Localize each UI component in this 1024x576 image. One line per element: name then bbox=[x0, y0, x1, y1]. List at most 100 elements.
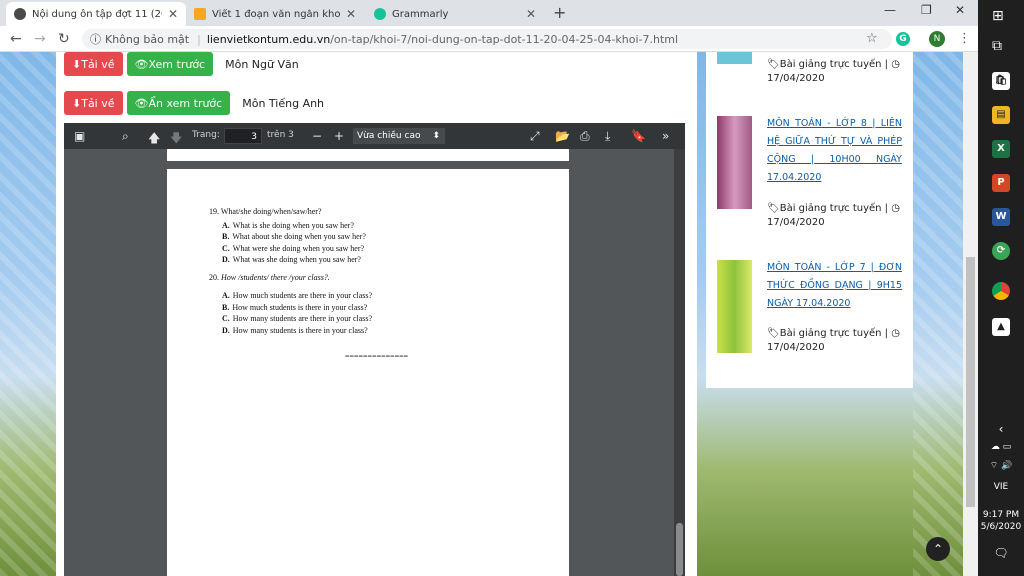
download-button[interactable]: ⬇ Tải về bbox=[64, 91, 123, 115]
pdf-page: 19. What/she doing/when/saw/her? A. What … bbox=[167, 169, 569, 576]
download-label: Tải về bbox=[81, 57, 115, 71]
restore-icon[interactable]: ❐ bbox=[921, 3, 932, 17]
page-total: trên 3 bbox=[267, 130, 294, 140]
tab-grammarly[interactable]: Grammarly ✕ bbox=[366, 2, 544, 26]
post-thumbnail[interactable] bbox=[717, 52, 752, 64]
back-icon[interactable]: ← bbox=[10, 31, 22, 47]
windows-start-icon[interactable]: ⊞ bbox=[992, 8, 1004, 24]
address-bar: ← → ↻ ⓘ Không bảo mật | lienvietkontum.e… bbox=[0, 26, 978, 52]
post-tag[interactable]: Bài giảng trực tuyến | bbox=[780, 203, 888, 214]
tab-active[interactable]: Nội dung ôn tập đợt 11 (20/04-2 ✕ bbox=[6, 2, 186, 26]
tab-hoc24[interactable]: Viết 1 đoạn văn ngắn khoảng 15 ✕ bbox=[186, 2, 364, 26]
zoom-in-icon[interactable]: + bbox=[334, 129, 344, 143]
network-battery-icon[interactable]: ☁ ▭ bbox=[978, 442, 1024, 452]
window-close-icon[interactable]: ✕ bbox=[955, 3, 965, 17]
option-letter: C. bbox=[222, 314, 230, 323]
subject-label: Môn Tiếng Anh bbox=[242, 96, 325, 110]
reload-icon[interactable]: ↻ bbox=[58, 31, 70, 47]
task-view-icon[interactable]: ⧉ bbox=[992, 38, 1002, 54]
post-date: 17/04/2020 bbox=[767, 342, 825, 353]
post-title-link[interactable]: MÔN TOÁN - LỚP 7 | ĐƠN THỨC ĐỒNG DẠNG | … bbox=[767, 259, 902, 313]
excel-icon[interactable]: X bbox=[992, 140, 1010, 158]
eye-icon: 👁 bbox=[134, 96, 149, 110]
forward-icon[interactable]: → bbox=[34, 31, 46, 47]
tab-title: Grammarly bbox=[392, 8, 449, 20]
wifi-volume-icon[interactable]: ⌔ 🔊 bbox=[978, 460, 1024, 471]
app-icon[interactable]: ⟳ bbox=[992, 242, 1010, 260]
file-row: ⬇ Tải về 👁 Xem trước Môn Ngữ Văn bbox=[64, 52, 299, 76]
option-letter: B. bbox=[222, 303, 230, 312]
back-to-top-button[interactable]: ⌃ bbox=[926, 537, 950, 561]
post-tag[interactable]: Bài giảng trực tuyến | bbox=[780, 328, 888, 339]
close-icon[interactable]: ✕ bbox=[168, 7, 178, 21]
hide-preview-button[interactable]: 👁 Ẩn xem trước bbox=[126, 91, 231, 115]
new-tab-button[interactable]: + bbox=[553, 3, 566, 22]
pdf-scrollbar[interactable] bbox=[674, 149, 685, 576]
language-indicator[interactable]: VIE bbox=[978, 482, 1024, 492]
fullscreen-icon[interactable]: ⤢ bbox=[530, 129, 540, 144]
previous-page-icon[interactable]: 🡅 bbox=[148, 129, 160, 150]
post-title-link[interactable]: MÔN TOÁN - LỚP 8 | LIÊN HỆ GIỮA THỨ TỰ V… bbox=[767, 115, 902, 187]
info-icon[interactable]: ⓘ bbox=[90, 31, 101, 47]
post-thumbnail[interactable] bbox=[717, 116, 752, 209]
option: B. How much students is there in your cla… bbox=[222, 303, 367, 312]
post-tag[interactable]: Bài giảng trực tuyến | bbox=[780, 59, 888, 70]
clock-date[interactable]: 5/6/2020 bbox=[978, 522, 1024, 532]
option-letter: D. bbox=[222, 326, 230, 335]
next-page-icon[interactable]: 🡇 bbox=[170, 129, 182, 150]
store-icon[interactable]: 🛍 bbox=[992, 72, 1010, 90]
post-date: 17/04/2020 bbox=[767, 217, 825, 228]
search-icon[interactable]: ⌕ bbox=[122, 129, 129, 144]
close-icon[interactable]: ✕ bbox=[526, 7, 536, 21]
post-date: 17/04/2020 bbox=[767, 73, 825, 84]
post-meta: 🏷Bài giảng trực tuyến | ◷ 17/04/2020 bbox=[767, 202, 907, 230]
open-file-icon[interactable]: 📂 bbox=[555, 129, 570, 143]
preview-label: Xem trước bbox=[148, 57, 206, 71]
question-text: How /students/ there /your class?. bbox=[221, 273, 330, 282]
clock-time[interactable]: 9:17 PM bbox=[978, 510, 1024, 520]
related-posts-sidebar: 🏷Bài giảng trực tuyến | ◷ 17/04/2020 MÔN… bbox=[706, 52, 913, 388]
bookmark-icon[interactable]: 🔖 bbox=[631, 129, 646, 143]
pdf-viewer[interactable]: ▣ ⌕ 🡅 🡇 Trang: 3 trên 3 − + Vừa chiều ca… bbox=[64, 123, 685, 576]
option-text: What is she doing when you saw her? bbox=[232, 221, 354, 230]
page-label: Trang: bbox=[192, 130, 220, 140]
zoom-out-icon[interactable]: − bbox=[312, 129, 322, 143]
print-icon[interactable]: ⎙ bbox=[580, 129, 590, 144]
profile-avatar[interactable]: N bbox=[929, 31, 945, 47]
grammarly-extension-icon[interactable]: G bbox=[896, 32, 910, 46]
clock-icon: ◷ bbox=[891, 203, 900, 214]
bookmark-star-icon[interactable]: ☆ bbox=[866, 31, 878, 46]
download-button[interactable]: ⬇ Tải về bbox=[64, 52, 123, 76]
file-explorer-icon[interactable]: ▤ bbox=[992, 106, 1010, 124]
url-input[interactable]: ⓘ Không bảo mật | lienvietkontum.edu.vn /… bbox=[82, 29, 892, 49]
option-text: What was she doing when you saw her? bbox=[232, 255, 361, 264]
zoom-value: Vừa chiều cao bbox=[357, 131, 421, 141]
page-number-input[interactable]: 3 bbox=[224, 128, 262, 144]
powerpoint-icon[interactable]: P bbox=[992, 174, 1010, 192]
more-tools-icon[interactable]: » bbox=[662, 129, 669, 143]
pdf-scrollbar-thumb[interactable] bbox=[676, 523, 683, 576]
close-icon[interactable]: ✕ bbox=[346, 7, 356, 21]
preview-button[interactable]: 👁 Xem trước bbox=[126, 52, 214, 76]
main-content: ⬇ Tải về 👁 Xem trước Môn Ngữ Văn ⬇ Tải về … bbox=[56, 52, 697, 576]
notification-icon[interactable]: 🗨 bbox=[978, 546, 1024, 560]
menu-icon[interactable]: ⋮ bbox=[958, 31, 971, 46]
zoom-select[interactable]: Vừa chiều cao ⬍ bbox=[353, 128, 445, 144]
download-label: Tải về bbox=[81, 96, 115, 110]
minimize-icon[interactable]: — bbox=[884, 3, 896, 17]
tray-expand-icon[interactable]: ‹ bbox=[978, 422, 1024, 436]
page-scrollbar-thumb[interactable] bbox=[966, 257, 975, 507]
save-icon[interactable]: ⤓ bbox=[605, 129, 610, 144]
post-thumbnail[interactable] bbox=[717, 260, 752, 353]
sidebar-toggle-icon[interactable]: ▣ bbox=[74, 129, 85, 143]
option: C. What were she doing when you saw her? bbox=[222, 244, 364, 253]
chrome-icon[interactable] bbox=[992, 282, 1010, 300]
windows-taskbar: ⊞ ⧉ 🛍 ▤ X P W ⟳ ▲ ‹ ☁ ▭ ⌔ 🔊 VIE 9:17 PM … bbox=[978, 0, 1024, 576]
chevron-down-icon: ⬍ bbox=[432, 131, 440, 141]
page-scrollbar[interactable] bbox=[963, 52, 978, 576]
word-icon[interactable]: W bbox=[992, 208, 1010, 226]
security-label[interactable]: Không bảo mật bbox=[105, 33, 189, 46]
hoc24-icon bbox=[194, 8, 206, 20]
photos-icon[interactable]: ▲ bbox=[992, 318, 1010, 336]
option: B. What about she doing when you saw her? bbox=[222, 232, 366, 241]
